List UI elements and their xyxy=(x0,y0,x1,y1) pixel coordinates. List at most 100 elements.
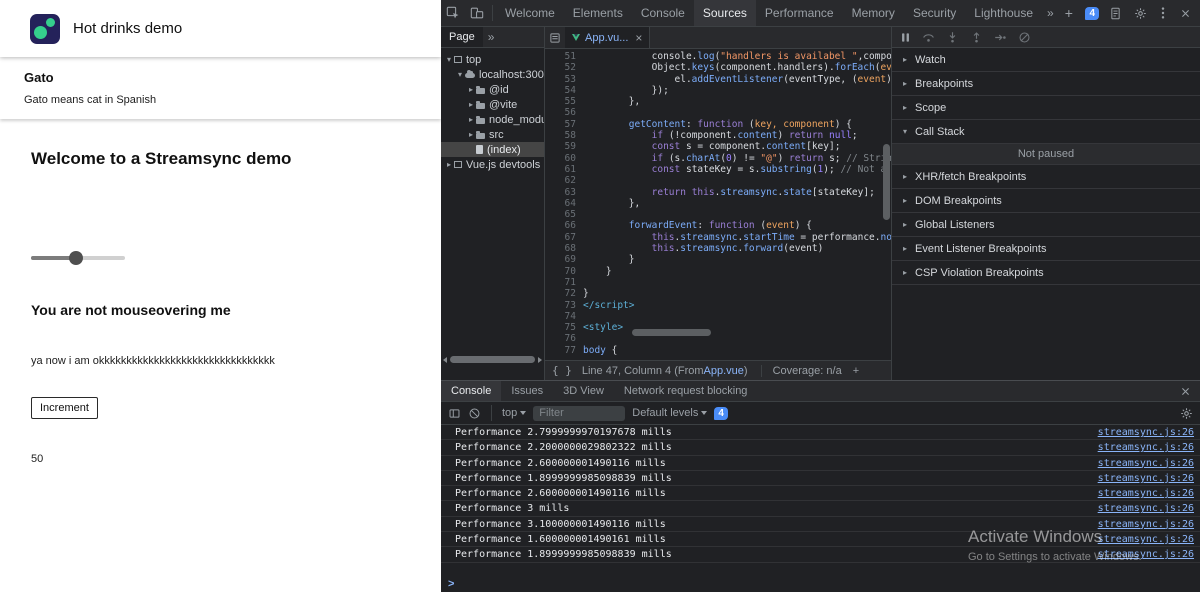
gutter-line-number[interactable]: 58 xyxy=(545,130,576,141)
debugger-section-scope[interactable]: ▸ Scope xyxy=(892,96,1200,120)
debugger-section-csp-violation-breakpoints[interactable]: ▸ CSP Violation Breakpoints xyxy=(892,261,1200,285)
debugger-section-dom-breakpoints[interactable]: ▸ DOM Breakpoints xyxy=(892,189,1200,213)
debugger-section-global-listeners[interactable]: ▸ Global Listeners xyxy=(892,213,1200,237)
gutter-line-number[interactable]: 63 xyxy=(545,187,576,198)
tree-item-vite[interactable]: ▸ @vite xyxy=(441,97,544,112)
step-icon[interactable] xyxy=(994,31,1007,44)
debugger-section-breakpoints[interactable]: ▸ Breakpoints xyxy=(892,72,1200,96)
status-add-icon[interactable]: + xyxy=(853,365,859,377)
console-source-link[interactable]: streamsync.js:26 xyxy=(1098,486,1194,501)
console-tab-3d-view[interactable]: 3D View xyxy=(553,381,614,401)
close-drawer-icon[interactable] xyxy=(1178,378,1200,404)
scrollbar-thumb[interactable] xyxy=(632,329,712,336)
gutter-line-number[interactable]: 55 xyxy=(545,96,576,107)
pretty-print-icon[interactable]: { } xyxy=(552,364,572,377)
gutter-line-number[interactable]: 74 xyxy=(545,311,576,322)
gutter-line-number[interactable]: 70 xyxy=(545,266,576,277)
gutter-line-number[interactable]: 54 xyxy=(545,85,576,96)
console-source-link[interactable]: streamsync.js:26 xyxy=(1098,456,1194,471)
close-tab-icon[interactable]: × xyxy=(635,32,642,44)
editor-tab-app-vue[interactable]: App.vu... × xyxy=(565,27,651,48)
gutter-line-number[interactable]: 57 xyxy=(545,119,576,130)
gutter-line-number[interactable]: 59 xyxy=(545,141,576,152)
add-panel-icon[interactable]: + xyxy=(1059,5,1079,21)
devtools-tab-elements[interactable]: Elements xyxy=(564,0,632,26)
console-count-badge[interactable]: 4 xyxy=(1085,6,1099,20)
gutter-line-number[interactable]: 62 xyxy=(545,175,576,186)
console-settings-gear-icon[interactable] xyxy=(1180,407,1193,420)
debugger-section-call-stack[interactable]: ▾ Call Stack xyxy=(892,120,1200,144)
tree-item-node-modu[interactable]: ▸node_modu... xyxy=(441,112,544,127)
tree-item-top[interactable]: ▾ top xyxy=(441,52,544,67)
increment-button[interactable]: Increment xyxy=(31,397,98,419)
console-source-link[interactable]: streamsync.js:26 xyxy=(1098,440,1194,455)
gutter-line-number[interactable]: 52 xyxy=(545,62,576,73)
gutter-line-number[interactable]: 66 xyxy=(545,220,576,231)
pause-script-icon[interactable] xyxy=(900,32,911,43)
devtools-tab-lighthouse[interactable]: Lighthouse xyxy=(965,0,1042,26)
console-sidebar-icon[interactable] xyxy=(448,407,461,420)
code-editor[interactable]: 51 52 53 54 55 56 57 58 59 60 61 62 63 64 65 66 67 68 69 70… xyxy=(545,49,891,360)
gutter-line-number[interactable]: 72 xyxy=(545,288,576,299)
step-into-icon[interactable] xyxy=(946,31,959,44)
gutter-line-number[interactable]: 60 xyxy=(545,153,576,164)
gutter-line-number[interactable]: 53 xyxy=(545,74,576,85)
tree-item-index[interactable]: (index) xyxy=(441,142,544,157)
editor-files-icon[interactable] xyxy=(545,25,565,51)
console-tab-console[interactable]: Console xyxy=(441,381,502,401)
console-count-badge[interactable]: 4 xyxy=(714,406,728,420)
scroll-left-arrow-icon[interactable] xyxy=(443,356,447,363)
console-tab-network-request-blocking[interactable]: Network request blocking xyxy=(614,381,758,401)
close-devtools-icon[interactable] xyxy=(1177,0,1193,26)
devtools-tab-sources[interactable]: Sources xyxy=(693,0,756,26)
console-source-link[interactable]: streamsync.js:26 xyxy=(1098,532,1194,547)
devtools-tab-memory[interactable]: Memory xyxy=(843,0,904,26)
gutter-line-number[interactable]: 56 xyxy=(545,107,576,118)
tree-item-src[interactable]: ▸ src xyxy=(441,127,544,142)
console-prompt[interactable]: > xyxy=(441,575,1200,592)
gutter-line-number[interactable]: 76 xyxy=(545,333,576,344)
editor-horizontal-scrollbar[interactable] xyxy=(585,329,879,337)
navigator-horizontal-scrollbar[interactable] xyxy=(441,354,544,365)
console-source-link[interactable]: streamsync.js:26 xyxy=(1098,501,1194,516)
devtools-tab-console[interactable]: Console xyxy=(632,0,694,26)
step-out-icon[interactable] xyxy=(970,31,983,44)
gutter-line-number[interactable]: 61 xyxy=(545,164,576,175)
devtools-tab-welcome[interactable]: Welcome xyxy=(496,0,564,26)
tree-item-localhost-3000[interactable]: ▾ localhost:3000 xyxy=(441,67,544,82)
editor-vertical-scrollbar[interactable] xyxy=(883,73,890,326)
debugger-section-event-listener-breakpoints[interactable]: ▸ Event Listener Breakpoints xyxy=(892,237,1200,261)
console-source-link[interactable]: streamsync.js:26 xyxy=(1098,517,1194,532)
step-over-icon[interactable] xyxy=(922,31,935,44)
gutter-line-number[interactable]: 69 xyxy=(545,254,576,265)
navigator-tab-page[interactable]: Page xyxy=(441,27,483,47)
gutter-line-number[interactable]: 67 xyxy=(545,232,576,243)
deactivate-breakpoints-icon[interactable] xyxy=(1018,31,1031,44)
more-panels-icon[interactable]: » xyxy=(1042,6,1059,20)
gutter-line-number[interactable]: 75 xyxy=(545,322,576,333)
tree-item-vue-js-devtools[interactable]: ▸ Vue.js devtools xyxy=(441,157,544,172)
log-levels-dropdown[interactable]: Default levels xyxy=(632,407,708,419)
scrollbar-thumb[interactable] xyxy=(883,143,890,220)
debugger-section-xhr-fetch-breakpoints[interactable]: ▸ XHR/fetch Breakpoints xyxy=(892,165,1200,189)
gutter-line-number[interactable]: 77 xyxy=(545,345,576,356)
slider-thumb[interactable] xyxy=(69,251,84,265)
gutter-line-number[interactable]: 71 xyxy=(545,277,576,288)
navigator-more-tabs-icon[interactable]: » xyxy=(483,30,500,44)
devtools-tab-security[interactable]: Security xyxy=(904,0,965,26)
console-source-link[interactable]: streamsync.js:26 xyxy=(1098,547,1194,562)
kebab-menu-icon[interactable] xyxy=(1156,0,1170,26)
javascript-context-dropdown[interactable]: top xyxy=(502,407,527,419)
settings-gear-icon[interactable] xyxy=(1131,0,1149,26)
scrollbar-thumb[interactable] xyxy=(450,356,535,363)
source-file-link[interactable]: App.vue xyxy=(704,365,744,377)
tree-item-id[interactable]: ▸ @id xyxy=(441,82,544,97)
console-tab-issues[interactable]: Issues xyxy=(501,381,553,401)
debugger-section-watch[interactable]: ▸ Watch xyxy=(892,48,1200,72)
gutter-line-number[interactable]: 73 xyxy=(545,300,576,311)
gutter-line-number[interactable]: 51 xyxy=(545,51,576,62)
slider[interactable] xyxy=(31,251,125,265)
gutter-line-number[interactable]: 68 xyxy=(545,243,576,254)
device-toolbar-icon[interactable] xyxy=(465,0,489,26)
console-filter-input[interactable] xyxy=(533,405,626,421)
